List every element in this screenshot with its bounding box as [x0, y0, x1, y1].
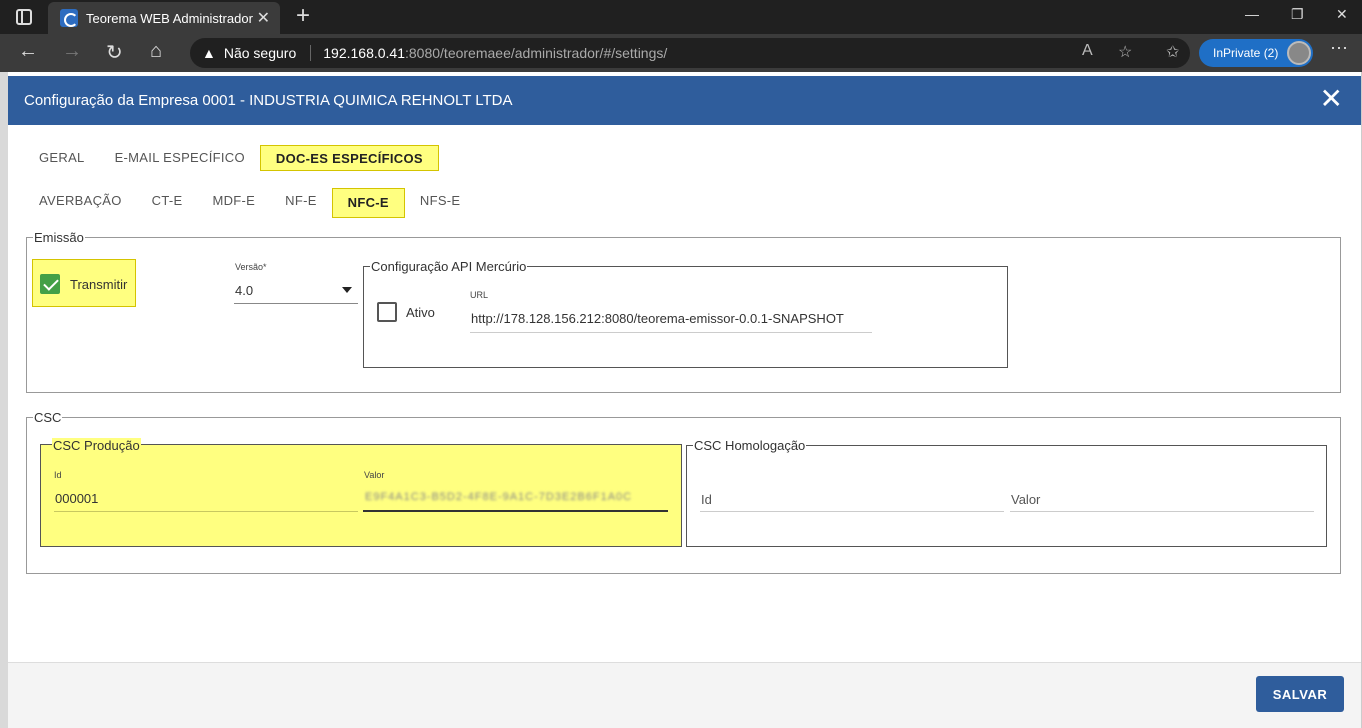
add-favorite-icon[interactable]: ☆ — [1118, 42, 1132, 62]
csc-producao-valor-label: Valor — [364, 470, 385, 480]
backdrop-left — [0, 72, 8, 728]
security-status: Não seguro — [223, 45, 297, 61]
emissao-legend: Emissão — [34, 230, 84, 245]
save-button[interactable]: SALVAR — [1256, 676, 1344, 712]
site-favicon-icon — [60, 9, 78, 27]
csc-homologacao-valor-underline — [1010, 511, 1314, 512]
csc-producao-id-field[interactable]: 000001 — [55, 491, 98, 506]
back-icon[interactable]: ← — [18, 40, 38, 63]
url-label: URL — [470, 290, 489, 300]
url-separator — [310, 45, 312, 61]
forward-icon[interactable]: → — [62, 40, 82, 63]
csc-producao-valor-field[interactable]: E9F4A1C3-B5D2-4F8E-9A1C-7D3E2B6F1A0C — [365, 491, 632, 503]
browser-tab[interactable]: Teorema WEB Administrador ✕ — [48, 2, 280, 34]
read-aloud-icon[interactable]: A — [1082, 42, 1093, 60]
url-field[interactable]: http://178.128.156.212:8080/teorema-emis… — [471, 311, 844, 326]
tab-geral[interactable]: GERAL — [24, 145, 100, 171]
csc-producao-legend: CSC Produção — [52, 438, 141, 453]
inprivate-label: InPrivate (2) — [1213, 46, 1279, 60]
main-tabs: GERAL E-MAIL ESPECÍFICO DOC-ES ESPECÍFIC… — [24, 145, 439, 171]
transmitir-label: Transmitir — [70, 277, 128, 292]
close-window-icon[interactable]: ✕ — [1336, 6, 1348, 23]
url-host: 192.168.0.41 — [323, 45, 405, 61]
dialog-footer — [8, 662, 1361, 728]
csc-homologacao-id-underline — [700, 511, 1004, 512]
tab-nfc-e[interactable]: NFC-E — [331, 188, 405, 218]
inprivate-button[interactable]: InPrivate (2) — [1199, 39, 1313, 67]
address-bar-row: ← → ↻ ⌂ ▲ Não seguro 192.168.0.41 :8080/… — [0, 34, 1362, 72]
url-path: :8080/teoremaee/administrador/#/settings… — [405, 45, 668, 61]
tab-nfs-e[interactable]: NFS-E — [405, 188, 476, 214]
restore-icon[interactable]: ❐ — [1291, 6, 1304, 23]
api-mercurio-legend: Configuração API Mercúrio — [371, 259, 527, 274]
chevron-down-icon[interactable] — [342, 287, 352, 293]
csc-homologacao-id-field[interactable]: Id — [701, 492, 712, 507]
close-tab-icon[interactable]: ✕ — [257, 8, 270, 28]
close-icon[interactable]: ✕ — [1320, 85, 1343, 113]
ativo-label: Ativo — [406, 305, 435, 320]
csc-homologacao-valor-field[interactable]: Valor — [1011, 492, 1040, 507]
new-tab-icon[interactable]: + — [296, 2, 310, 30]
csc-producao-id-underline — [54, 511, 358, 512]
versao-label: Versão* — [235, 262, 267, 272]
csc-legend: CSC — [34, 410, 62, 425]
profile-avatar — [1287, 41, 1311, 65]
tab-doc-es-especificos[interactable]: DOC-ES ESPECÍFICOS — [259, 145, 439, 171]
refresh-icon[interactable]: ↻ — [106, 40, 123, 65]
url-input[interactable]: ▲ Não seguro 192.168.0.41 :8080/teoremae… — [190, 38, 1190, 68]
versao-select-underline — [234, 303, 358, 304]
versao-select-value[interactable]: 4.0 — [235, 283, 253, 298]
tab-actions-icon[interactable] — [16, 9, 32, 25]
tab-nf-e[interactable]: NF-E — [270, 188, 332, 214]
minimize-icon[interactable]: — — [1245, 6, 1259, 22]
home-icon[interactable]: ⌂ — [150, 40, 162, 63]
browser-tab-title: Teorema WEB Administrador — [86, 10, 253, 26]
more-menu-icon[interactable]: ⋯ — [1330, 38, 1348, 59]
dialog-header: Configuração da Empresa 0001 - INDUSTRIA… — [8, 76, 1361, 125]
csc-producao-valor-underline — [363, 510, 668, 512]
csc-homologacao-legend: CSC Homologação — [694, 438, 806, 453]
url-field-underline — [470, 332, 872, 333]
csc-producao-id-label: Id — [54, 470, 62, 480]
favorites-icon[interactable]: ✩ — [1166, 42, 1179, 62]
dialog-title: Configuração da Empresa 0001 - INDUSTRIA… — [24, 92, 513, 109]
tab-email-especifico[interactable]: E-MAIL ESPECÍFICO — [100, 145, 260, 171]
csc-homologacao-fieldset: CSC Homologação — [686, 438, 1327, 547]
warning-icon: ▲ — [202, 45, 216, 61]
ativo-checkbox[interactable] — [377, 302, 397, 322]
tab-mdf-e[interactable]: MDF-E — [197, 188, 270, 214]
browser-tab-strip: Teorema WEB Administrador ✕ + — ❐ ✕ — [0, 0, 1362, 34]
transmitir-checkbox[interactable] — [40, 274, 60, 294]
tab-ct-e[interactable]: CT-E — [137, 188, 198, 214]
tab-averbacao[interactable]: AVERBAÇÃO — [24, 188, 137, 214]
doc-tabs: AVERBAÇÃO CT-E MDF-E NF-E NFC-E NFS-E — [24, 188, 475, 218]
